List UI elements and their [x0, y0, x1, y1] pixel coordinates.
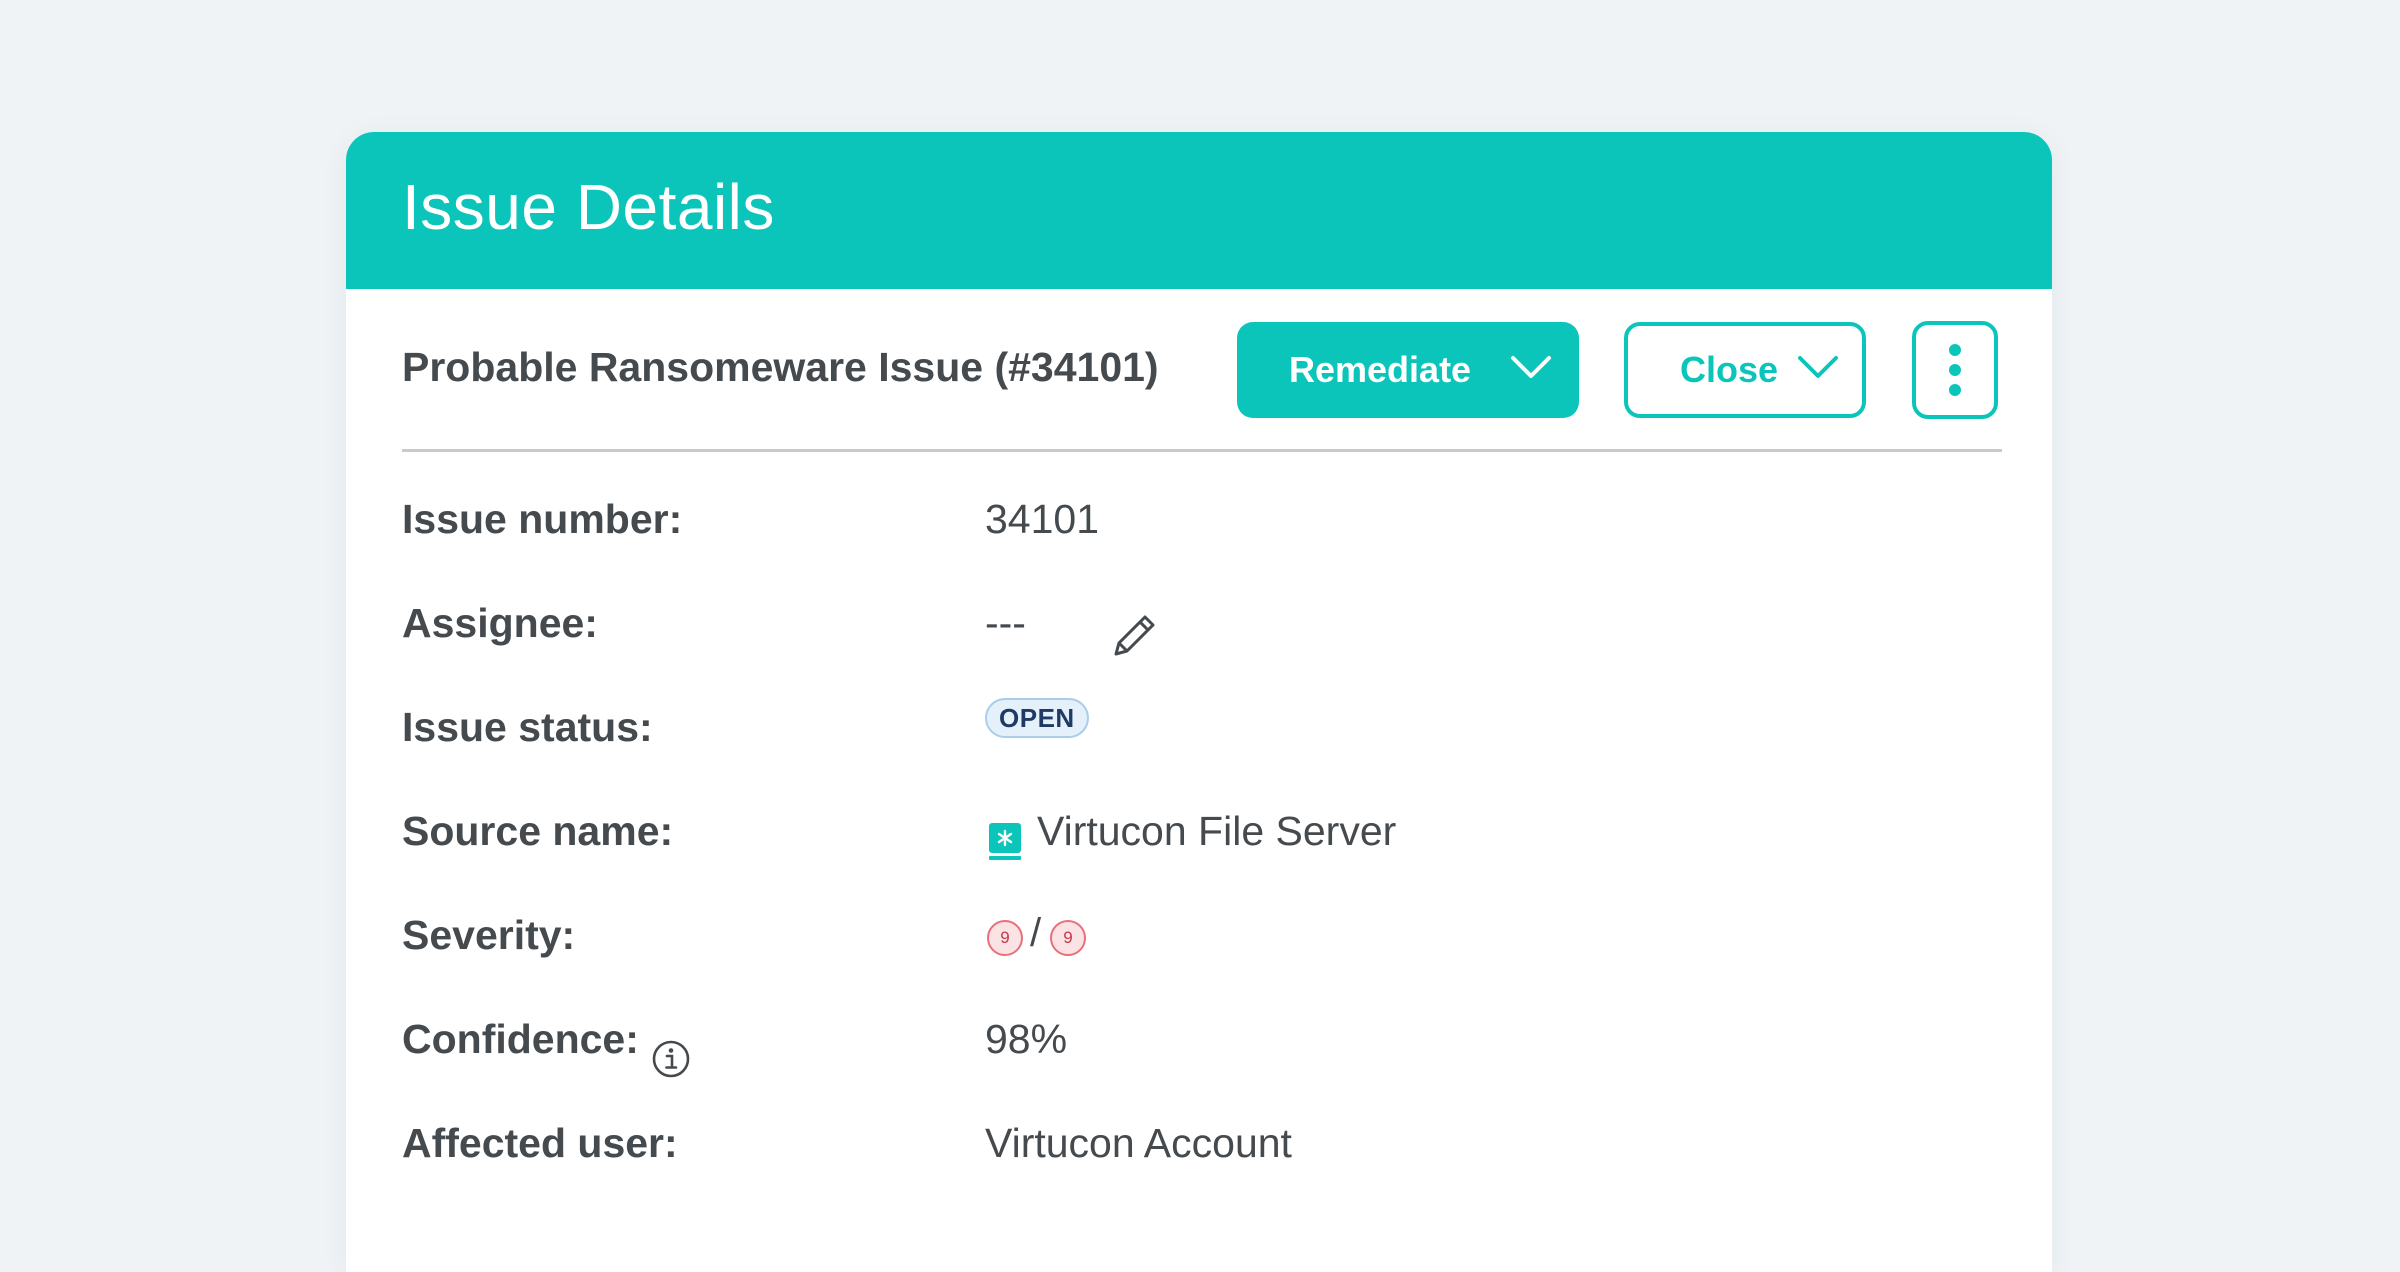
affected-user-value: Virtucon Account — [985, 1120, 1292, 1166]
assignee-label: Assignee: — [402, 600, 598, 646]
more-actions-button[interactable] — [1912, 321, 1998, 419]
divider — [402, 449, 2002, 452]
page-title: Issue Details — [402, 171, 775, 243]
info-icon[interactable] — [651, 1039, 691, 1079]
issue-number-value: 34101 — [985, 496, 1100, 542]
vertical-ellipsis-icon — [1949, 344, 1961, 396]
close-button[interactable]: Close — [1624, 322, 1866, 418]
issue-status-label: Issue status: — [402, 704, 653, 750]
severity-separator: / — [1030, 911, 1042, 955]
affected-user-label: Affected user: — [402, 1120, 678, 1166]
remediate-button-label: Remediate — [1289, 349, 1472, 390]
card-header: Issue Details — [346, 132, 2052, 289]
issue-number-label: Issue number: — [402, 496, 683, 542]
severity-label: Severity: — [402, 912, 576, 958]
file-server-icon — [989, 823, 1021, 860]
chevron-down-icon — [1511, 356, 1551, 378]
source-name-value[interactable]: Virtucon File Server — [1037, 808, 1396, 855]
confidence-label: Confidence: — [402, 1016, 639, 1062]
remediate-button[interactable]: Remediate — [1237, 322, 1579, 418]
confidence-value: 98% — [985, 1016, 1068, 1062]
chevron-down-icon — [1798, 356, 1838, 378]
status-badge: OPEN — [985, 698, 1089, 738]
assignee-value: --- — [985, 600, 1026, 646]
severity-max-badge: 9 — [1050, 920, 1086, 956]
issue-heading: Probable Ransomeware Issue (#34101) — [402, 344, 1159, 390]
pencil-icon[interactable] — [1108, 608, 1162, 662]
source-name-label: Source name: — [402, 808, 674, 854]
severity-score-badge: 9 — [987, 920, 1023, 956]
issue-details-card: Issue Details — [346, 132, 2052, 1272]
close-button-label: Close — [1680, 349, 1779, 390]
